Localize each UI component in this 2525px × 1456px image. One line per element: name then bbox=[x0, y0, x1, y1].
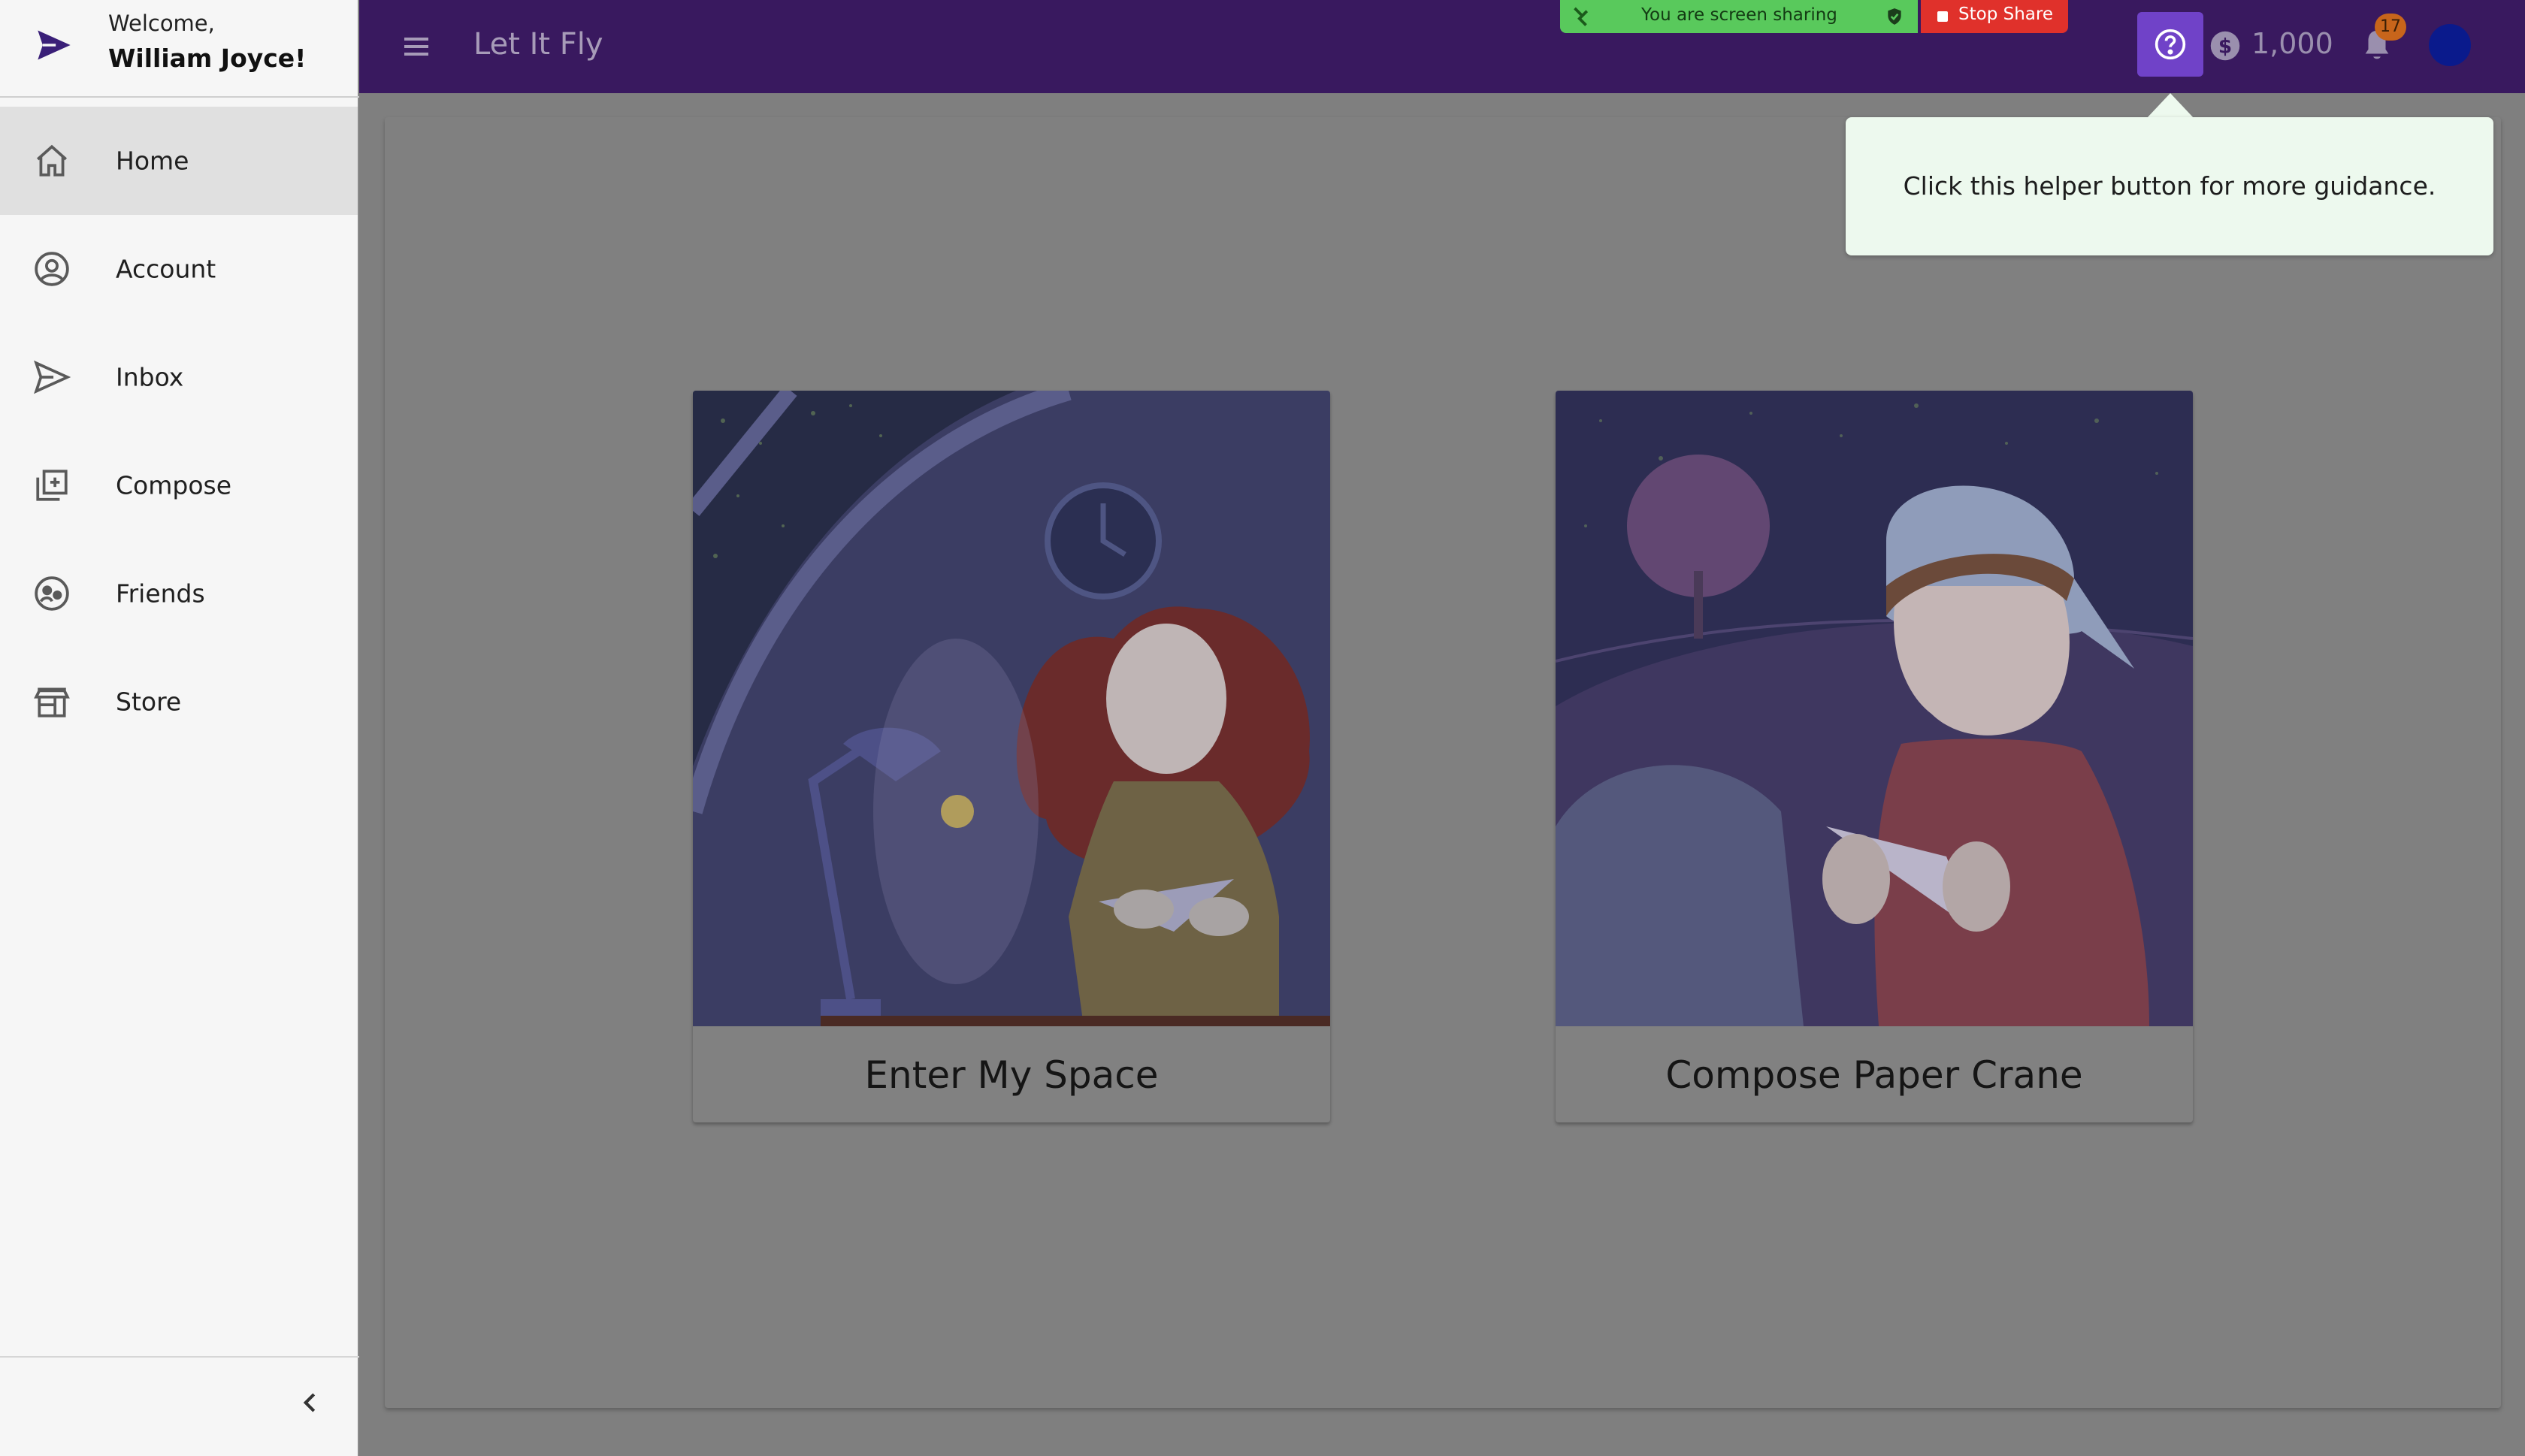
sidebar-item-inbox[interactable]: Inbox bbox=[0, 323, 358, 431]
question-mark-icon bbox=[2155, 29, 2186, 60]
welcome-label: Welcome, bbox=[108, 11, 215, 36]
sidebar-nav: Home Account Inbox Compose Friends Store bbox=[0, 107, 358, 756]
sidebar-item-store[interactable]: Store bbox=[0, 648, 358, 756]
friends-icon bbox=[35, 576, 69, 611]
tooltip-arrow bbox=[2146, 93, 2194, 119]
sidebar-item-home[interactable]: Home bbox=[0, 107, 358, 215]
stop-share-label: Stop Share bbox=[1958, 5, 2053, 24]
send-icon bbox=[34, 360, 71, 394]
screen-share-status: You are screen sharing bbox=[1641, 5, 1837, 25]
app-title: Let It Fly bbox=[473, 27, 603, 62]
pin-icon[interactable] bbox=[1569, 5, 1592, 27]
sidebar-item-account[interactable]: Account bbox=[0, 215, 358, 323]
helper-button[interactable] bbox=[2137, 12, 2203, 77]
shield-check-icon bbox=[1888, 8, 1901, 25]
card-caption: Compose Paper Crane bbox=[1665, 1053, 2083, 1097]
store-icon bbox=[34, 687, 70, 717]
notification-count-badge: 17 bbox=[2375, 14, 2406, 41]
paper-plane-logo-icon bbox=[38, 30, 71, 60]
home-icon bbox=[37, 144, 67, 177]
sidebar-item-label: Inbox bbox=[116, 362, 184, 392]
stop-icon bbox=[1937, 11, 1948, 22]
divider bbox=[0, 1356, 359, 1358]
avatar[interactable] bbox=[2429, 24, 2471, 66]
sidebar-item-compose[interactable]: Compose bbox=[0, 431, 358, 539]
screen-share-banner: You are screen sharing bbox=[1560, 0, 1918, 33]
divider bbox=[0, 96, 359, 98]
sidebar-item-label: Account bbox=[116, 254, 216, 284]
compose-icon bbox=[36, 470, 68, 501]
sidebar-item-label: Store bbox=[116, 687, 182, 717]
boy-with-paper-crane-illustration bbox=[1556, 391, 2193, 1026]
user-name: William Joyce! bbox=[108, 44, 307, 73]
sidebar-item-label: Compose bbox=[116, 470, 232, 500]
sidebar: Welcome, William Joyce! Home Account Inb… bbox=[0, 0, 359, 1456]
svg-text:$: $ bbox=[2218, 36, 2232, 59]
chevron-left-icon[interactable] bbox=[296, 1388, 325, 1417]
enter-my-space-card[interactable]: Enter My Space bbox=[693, 391, 1330, 1122]
tooltip-text: Click this helper button for more guidan… bbox=[1903, 171, 2436, 201]
hamburger-menu-icon[interactable] bbox=[398, 29, 434, 65]
coin-icon: $ bbox=[2210, 31, 2240, 61]
compose-paper-crane-card[interactable]: Compose Paper Crane bbox=[1556, 391, 2193, 1122]
card-caption: Enter My Space bbox=[864, 1053, 1159, 1097]
account-icon bbox=[35, 252, 69, 286]
sidebar-item-label: Friends bbox=[116, 578, 205, 609]
stop-share-button[interactable]: Stop Share bbox=[1921, 0, 2068, 33]
helper-tooltip: Click this helper button for more guidan… bbox=[1846, 117, 2493, 255]
girl-with-paper-plane-illustration bbox=[693, 391, 1330, 1026]
sidebar-item-label: Home bbox=[116, 146, 189, 176]
sidebar-item-friends[interactable]: Friends bbox=[0, 539, 358, 648]
coin-balance: 1,000 bbox=[2251, 27, 2333, 60]
sidebar-header: Welcome, William Joyce! bbox=[0, 0, 359, 98]
